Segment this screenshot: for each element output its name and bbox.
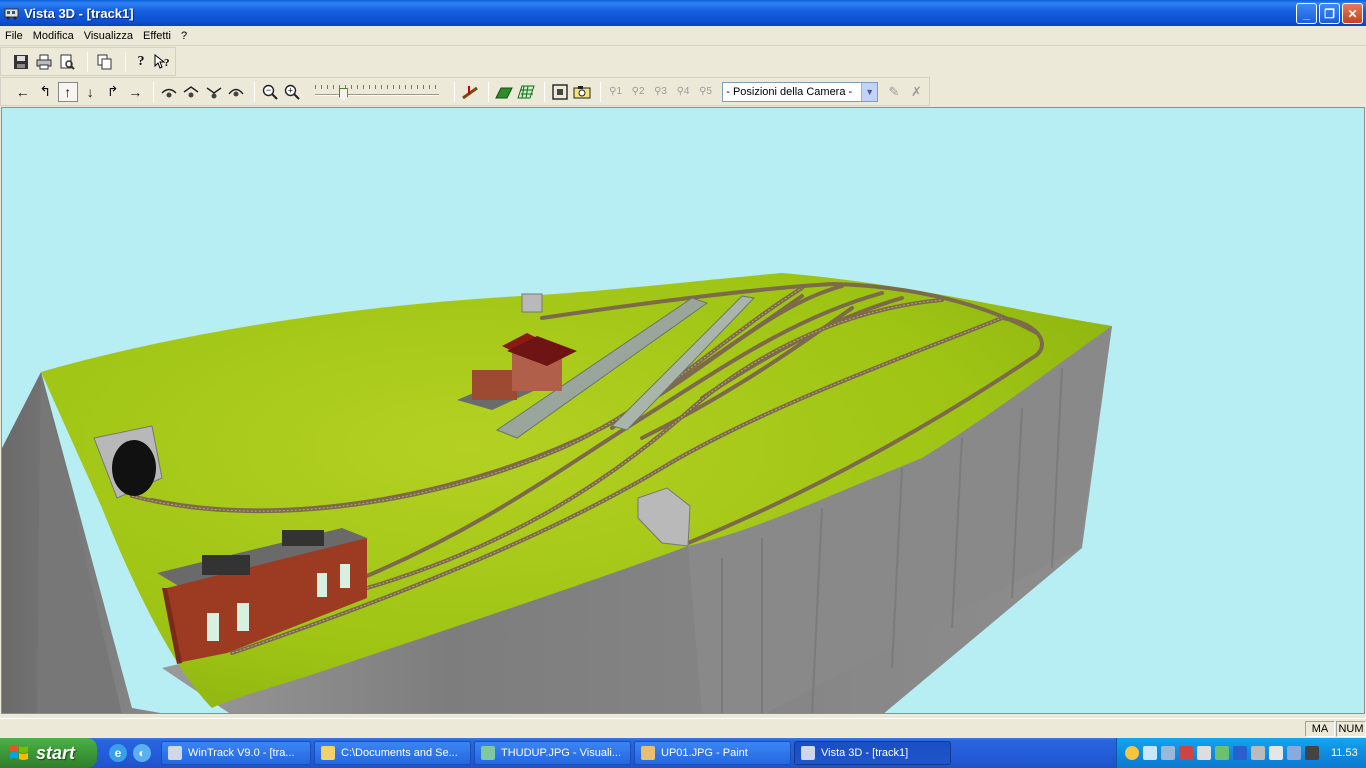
system-tray: 11.53 [1116, 738, 1366, 768]
browser-icon[interactable]: ◐ [133, 744, 151, 762]
menu-bar: File Modifica Visualizza Effetti ? [0, 26, 1366, 46]
save-camera-icon[interactable]: ✎ [884, 82, 903, 102]
camera-position-5-button[interactable]: ⚲ 5 [696, 82, 715, 102]
toolbar-separator [454, 81, 456, 102]
quick-launch: e ◐ [109, 744, 151, 762]
turn-right-button[interactable]: ↱ [103, 82, 122, 102]
maximize-button[interactable]: ❐ [1319, 3, 1340, 24]
camera-position-4-button[interactable]: ⚲ 4 [673, 82, 692, 102]
menu-effetti[interactable]: Effetti [138, 30, 176, 42]
tray-app-icon[interactable] [1125, 746, 1139, 760]
train-app-icon [4, 8, 19, 20]
toolbar-separator [152, 81, 154, 102]
start-label: start [36, 742, 76, 763]
context-help-icon[interactable]: ? [154, 52, 172, 72]
view-toolbar: ← ↰ ↑ ↓ ↱ → − + ⚲ 1 ⚲ 2 ⚲ 3 ⚲ 4 ⚲ 5 - Posizio… [0, 77, 930, 106]
menu-modifica[interactable]: Modifica [28, 30, 79, 42]
grid-icon[interactable] [516, 82, 535, 102]
train-app-icon [801, 746, 815, 760]
help-icon[interactable]: ? [135, 52, 147, 72]
track-tool-icon[interactable] [460, 82, 479, 102]
monitor-icon[interactable] [1161, 746, 1175, 760]
clock: 11.53 [1331, 747, 1358, 759]
window-title: Vista 3D - [track1] [24, 5, 134, 21]
menu-help[interactable]: ? [176, 30, 192, 42]
title-bar: Vista 3D - [track1] _ ❐ ✕ [0, 0, 1366, 26]
taskbar-item-vista3d[interactable]: Vista 3D - [track1] [794, 741, 951, 765]
network-icon[interactable] [1143, 746, 1157, 760]
folder-icon [321, 746, 335, 760]
printer-icon[interactable] [1251, 746, 1265, 760]
display-icon[interactable] [1269, 746, 1283, 760]
toolbar-separator [543, 81, 545, 102]
print-icon[interactable] [36, 52, 52, 72]
phone-icon[interactable] [1215, 746, 1229, 760]
volume-icon[interactable] [1197, 746, 1211, 760]
power-icon[interactable] [1305, 746, 1319, 760]
fit-view-icon[interactable] [550, 82, 569, 102]
3d-view-canvas[interactable] [1, 107, 1365, 714]
menu-visualizza[interactable]: Visualizza [79, 30, 138, 42]
svg-text:+: + [288, 85, 293, 95]
taskbar: start e ◐ WinTrack V9.0 - [tra... C:\Doc… [0, 738, 1366, 768]
minimize-button[interactable]: _ [1296, 3, 1317, 24]
camera-orbit-icon[interactable] [159, 82, 178, 102]
bluetooth-icon[interactable] [1233, 746, 1247, 760]
3d-layout-render [2, 273, 1112, 713]
toolbar-separator [253, 81, 255, 102]
move-back-button[interactable]: ↓ [81, 82, 100, 102]
copy-icon[interactable] [97, 52, 113, 72]
toolbar-separator [487, 81, 489, 102]
svg-text:?: ? [164, 57, 170, 69]
close-button[interactable]: ✕ [1342, 3, 1363, 24]
move-left-button[interactable]: ← [13, 82, 32, 102]
save-icon[interactable] [13, 52, 29, 72]
camera-position-2-button[interactable]: ⚲ 2 [628, 82, 647, 102]
camera-position-1-button[interactable]: ⚲ 1 [606, 82, 625, 102]
camera-raise-icon[interactable] [181, 82, 200, 102]
zoom-in-icon[interactable]: + [282, 82, 301, 102]
zoom-out-icon[interactable]: − [260, 82, 279, 102]
train-app-icon [168, 746, 182, 760]
taskbar-item-wintrack[interactable]: WinTrack V9.0 - [tra... [161, 741, 311, 765]
camera-select-value: - Posizioni della Camera - [726, 85, 853, 98]
slider-track [314, 93, 440, 96]
slider-ticks [314, 84, 440, 89]
start-button[interactable]: start [0, 738, 97, 768]
snapshot-camera-icon[interactable] [572, 82, 591, 102]
status-num: NUM [1336, 721, 1366, 737]
safely-remove-icon[interactable] [1287, 746, 1301, 760]
camera-tilt-icon[interactable] [226, 82, 245, 102]
terrain-icon[interactable] [494, 82, 513, 102]
status-ma: MA [1305, 721, 1335, 737]
shield-icon[interactable] [1179, 746, 1193, 760]
turn-left-button[interactable]: ↰ [35, 82, 54, 102]
delete-camera-icon[interactable]: ✗ [907, 82, 926, 102]
toolbar-separator [125, 51, 126, 72]
status-bar: MA NUM [0, 718, 1366, 738]
windows-logo-icon [10, 745, 28, 760]
toolbar-separator [599, 81, 601, 102]
paint-icon [641, 746, 655, 760]
ie-icon[interactable]: e [109, 744, 127, 762]
camera-positions-select[interactable]: - Posizioni della Camera - ▼ [722, 81, 879, 102]
print-preview-icon[interactable] [59, 52, 75, 72]
taskbar-item-paint[interactable]: UP01.JPG - Paint [634, 741, 791, 765]
move-right-button[interactable]: → [125, 82, 144, 102]
zoom-slider[interactable] [313, 82, 442, 102]
menu-file[interactable]: File [0, 30, 28, 42]
slider-thumb[interactable] [338, 87, 348, 102]
tunnel-portal [521, 293, 543, 313]
image-icon [481, 746, 495, 760]
chevron-down-icon[interactable]: ▼ [861, 82, 878, 101]
camera-lower-icon[interactable] [204, 82, 223, 102]
toolbar-separator [87, 51, 88, 72]
svg-text:−: − [265, 85, 270, 95]
taskbar-item-image-viewer[interactable]: THUDUP.JPG - Visuali... [474, 741, 631, 765]
move-forward-button[interactable]: ↑ [57, 81, 78, 102]
standard-toolbar: ? ? [0, 47, 176, 76]
taskbar-item-explorer[interactable]: C:\Documents and Se... [314, 741, 471, 765]
camera-position-3-button[interactable]: ⚲ 3 [651, 82, 670, 102]
